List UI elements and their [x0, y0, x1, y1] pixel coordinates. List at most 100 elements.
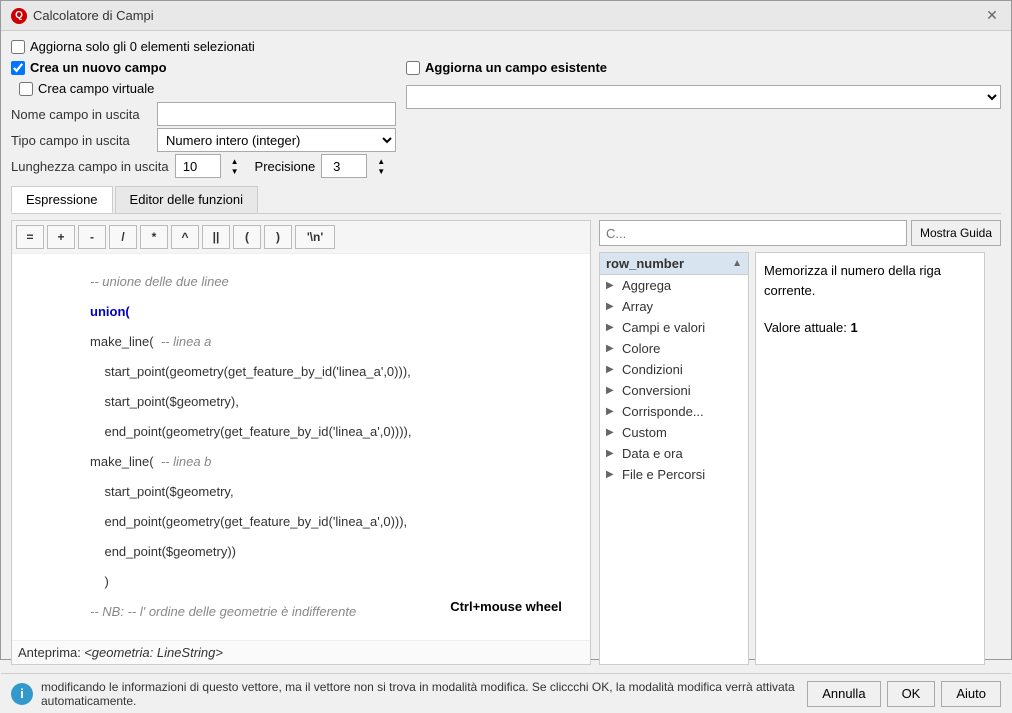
list-item-conversioni[interactable]: ▶ Conversioni [600, 380, 748, 401]
arrow-file: ▶ [606, 469, 618, 480]
arrow-array: ▶ [606, 301, 618, 312]
right-panel: Aggiorna un campo esistente [406, 60, 1001, 180]
field-precision-input[interactable] [321, 154, 367, 178]
main-area: = + - / * ^ || ( ) '\n' -- unione delle … [11, 220, 1001, 665]
guide-button[interactable]: Mostra Guida [911, 220, 1001, 246]
list-item-colore-label: Colore [622, 341, 660, 356]
divide-button[interactable]: / [109, 225, 137, 249]
expr-line4: start_point($geometry), [90, 394, 239, 409]
two-columns: Crea un nuovo campo Crea campo virtuale … [11, 60, 1001, 180]
info-text2: Valore attuale: [764, 320, 847, 335]
expression-preview: Anteprima: <geometria: LineString> [12, 640, 590, 664]
power-button[interactable]: ^ [171, 225, 199, 249]
field-length-input[interactable] [175, 154, 221, 178]
newline-button[interactable]: '\n' [295, 225, 335, 249]
info-panel: Memorizza il numero della riga corrente.… [755, 252, 985, 665]
create-virtual-checkbox[interactable] [19, 82, 33, 96]
update-existing-label: Aggiorna un campo esistente [425, 60, 607, 75]
app-icon: Q [11, 8, 27, 24]
list-item-file-label: File e Percorsi [622, 467, 705, 482]
update-selected-checkbox-row[interactable]: Aggiorna solo gli 0 elementi selezionati [11, 39, 255, 54]
list-item-condizioni[interactable]: ▶ Condizioni [600, 359, 748, 380]
update-selected-checkbox[interactable] [11, 40, 25, 54]
info-icon: i [11, 683, 33, 705]
multiply-button[interactable]: * [140, 225, 168, 249]
functions-list: row_number ▲ ▶ Aggrega ▶ Array ▶ [599, 252, 749, 665]
tabs-bar: Espressione Editor delle funzioni [11, 186, 1001, 214]
list-item-corrisponde-label: Corrisponde... [622, 404, 704, 419]
tab-expression[interactable]: Espressione [11, 186, 113, 213]
bottom-message: modificando le informazioni di questo ve… [41, 680, 799, 708]
preview-value: <geometria: LineString> [84, 645, 223, 660]
precision-spin-down[interactable]: ▼ [373, 166, 389, 176]
pipe-button[interactable]: || [202, 225, 230, 249]
expr-line5: end_point(geometry(get_feature_by_id('li… [90, 424, 411, 439]
list-item-data-label: Data e ora [622, 446, 683, 461]
list-item-custom[interactable]: ▶ Custom [600, 422, 748, 443]
field-type-select[interactable]: Numero intero (integer) [157, 128, 396, 152]
close-button[interactable]: ✕ [983, 7, 1001, 25]
list-item-aggrega[interactable]: ▶ Aggrega [600, 275, 748, 296]
titlebar: Q Calcolatore di Campi ✕ [1, 1, 1011, 31]
expression-text-area[interactable]: -- unione delle due linee union( make_li… [12, 254, 590, 640]
expr-make-line-b: make_line( -- linea b [90, 454, 211, 469]
length-spin-down[interactable]: ▼ [227, 166, 243, 176]
content-area: Aggiorna solo gli 0 elementi selezionati… [1, 31, 1011, 673]
field-name-label: Nome campo in uscita [11, 107, 151, 122]
create-new-field-label: Crea un nuovo campo [30, 60, 167, 75]
update-existing-select[interactable] [406, 85, 1001, 109]
bottom-bar: i modificando le informazioni di questo … [1, 673, 1011, 713]
open-paren-button[interactable]: ( [233, 225, 261, 249]
list-item-custom-label: Custom [622, 425, 667, 440]
expr-line3: start_point(geometry(get_feature_by_id('… [90, 364, 411, 379]
info-value: 1 [851, 320, 858, 335]
search-row: Mostra Guida [599, 220, 1001, 246]
update-existing-row[interactable]: Aggiorna un campo esistente [406, 60, 1001, 75]
list-item-colore[interactable]: ▶ Colore [600, 338, 748, 359]
aiuto-button[interactable]: Aiuto [941, 681, 1001, 707]
arrow-aggrega: ▶ [606, 280, 618, 291]
info-text1: Memorizza il numero della riga corrente. [764, 261, 976, 300]
list-header-row-number: row_number ▲ [600, 253, 748, 275]
create-virtual-row[interactable]: Crea campo virtuale [19, 81, 396, 96]
list-item-conversioni-label: Conversioni [622, 383, 691, 398]
update-selected-label: Aggiorna solo gli 0 elementi selezionati [30, 39, 255, 54]
arrow-custom: ▶ [606, 427, 618, 438]
arrow-data: ▶ [606, 448, 618, 459]
search-input[interactable] [599, 220, 907, 246]
field-length-label: Lunghezza campo in uscita [11, 159, 169, 174]
create-new-field-row[interactable]: Crea un nuovo campo [11, 60, 396, 75]
expr-union: union( [90, 304, 130, 319]
equal-button[interactable]: = [16, 225, 44, 249]
list-item-array[interactable]: ▶ Array [600, 296, 748, 317]
close-paren-button[interactable]: ) [264, 225, 292, 249]
list-item-file[interactable]: ▶ File e Percorsi [600, 464, 748, 485]
expression-toolbar: = + - / * ^ || ( ) '\n' [12, 221, 590, 254]
create-new-field-checkbox[interactable] [11, 61, 25, 75]
minus-button[interactable]: - [78, 225, 106, 249]
main-window: Q Calcolatore di Campi ✕ Aggiorna solo g… [0, 0, 1012, 660]
list-item-data[interactable]: ▶ Data e ora [600, 443, 748, 464]
field-name-input[interactable] [157, 102, 396, 126]
ok-button[interactable]: OK [887, 681, 936, 707]
window-title: Calcolatore di Campi [33, 8, 154, 23]
list-header-label: row_number [606, 256, 684, 271]
expr-line10: ) [90, 574, 109, 589]
list-item-campi[interactable]: ▶ Campi e valori [600, 317, 748, 338]
expr-line7: start_point($geometry, [90, 484, 234, 499]
arrow-campi: ▶ [606, 322, 618, 333]
comment1: -- unione delle due linee [90, 274, 229, 289]
field-type-label: Tipo campo in uscita [11, 133, 151, 148]
top-bar: Aggiorna solo gli 0 elementi selezionati [11, 39, 1001, 54]
precision-spin-up[interactable]: ▲ [373, 156, 389, 166]
expr-line9: end_point($geometry)) [90, 544, 236, 559]
right-section: Mostra Guida row_number ▲ ▶ Aggrega [599, 220, 1001, 665]
update-existing-checkbox[interactable] [406, 61, 420, 75]
arrow-corrisponde: ▶ [606, 406, 618, 417]
plus-button[interactable]: + [47, 225, 75, 249]
length-spin-up[interactable]: ▲ [227, 156, 243, 166]
tab-function-editor[interactable]: Editor delle funzioni [115, 186, 258, 213]
arrow-condizioni: ▶ [606, 364, 618, 375]
annulla-button[interactable]: Annulla [807, 681, 880, 707]
list-item-corrisponde[interactable]: ▶ Corrisponde... [600, 401, 748, 422]
